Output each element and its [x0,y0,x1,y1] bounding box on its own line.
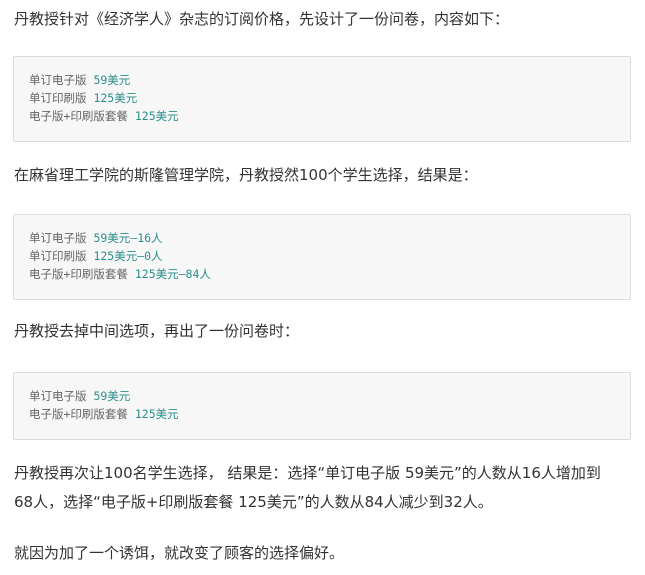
option-label: 电子版+印刷版套餐 [29,267,135,281]
paragraph-intro: 丹教授针对《经济学人》杂志的订阅价格，先设计了一份问卷，内容如下： [14,10,510,28]
paragraph-second-survey: 丹教授去掉中间选项，再出了一份问卷时： [14,322,300,340]
paragraph-result-line-2: 68人，选择“电子版+印刷版套餐 125美元”的人数从84人减少到32人。 [14,493,493,511]
option-result: 59美元—16人 [93,231,163,245]
option-price: 59美元 [93,389,131,403]
code-line: 电子版+印刷版套餐 125美元 [29,107,615,125]
option-label: 电子版+印刷版套餐 [29,109,135,123]
option-label: 单订电子版 [29,231,94,245]
code-line: 单订电子版 59美元—16人 [29,229,615,247]
option-result: 125美元—84人 [134,267,211,281]
code-block-results-1: 单订电子版 59美元—16人 单订印刷版 125美元—0人 电子版+印刷版套餐 … [13,214,631,300]
code-line: 单订印刷版 125美元—0人 [29,247,615,265]
option-price: 125美元 [134,109,179,123]
code-line: 电子版+印刷版套餐 125美元 [29,405,615,423]
paragraph-result-line-1: 丹教授再次让100名学生选择， 结果是：选择“单订电子版 59美元”的人数从16… [14,464,601,482]
option-label: 单订印刷版 [29,91,94,105]
option-price: 59美元 [93,73,131,87]
code-block-survey-1: 单订电子版 59美元 单订印刷版 125美元 电子版+印刷版套餐 125美元 [13,56,631,142]
code-block-survey-2: 单订电子版 59美元 电子版+印刷版套餐 125美元 [13,372,631,440]
option-label: 单订电子版 [29,389,94,403]
code-line: 单订电子版 59美元 [29,71,615,89]
code-line: 单订电子版 59美元 [29,387,615,405]
paragraph-result-intro: 在麻省理工学院的斯隆管理学院，丹教授然100个学生选择，结果是： [14,166,478,184]
option-label: 单订印刷版 [29,249,94,263]
code-line: 单订印刷版 125美元 [29,89,615,107]
option-price: 125美元 [134,407,179,421]
paragraph-conclusion: 就因为加了一个诱饵，就改变了顾客的选择偏好。 [14,544,345,562]
option-result: 125美元—0人 [93,249,163,263]
option-label: 单订电子版 [29,73,94,87]
option-price: 125美元 [93,91,138,105]
option-label: 电子版+印刷版套餐 [29,407,135,421]
code-line: 电子版+印刷版套餐 125美元—84人 [29,265,615,283]
